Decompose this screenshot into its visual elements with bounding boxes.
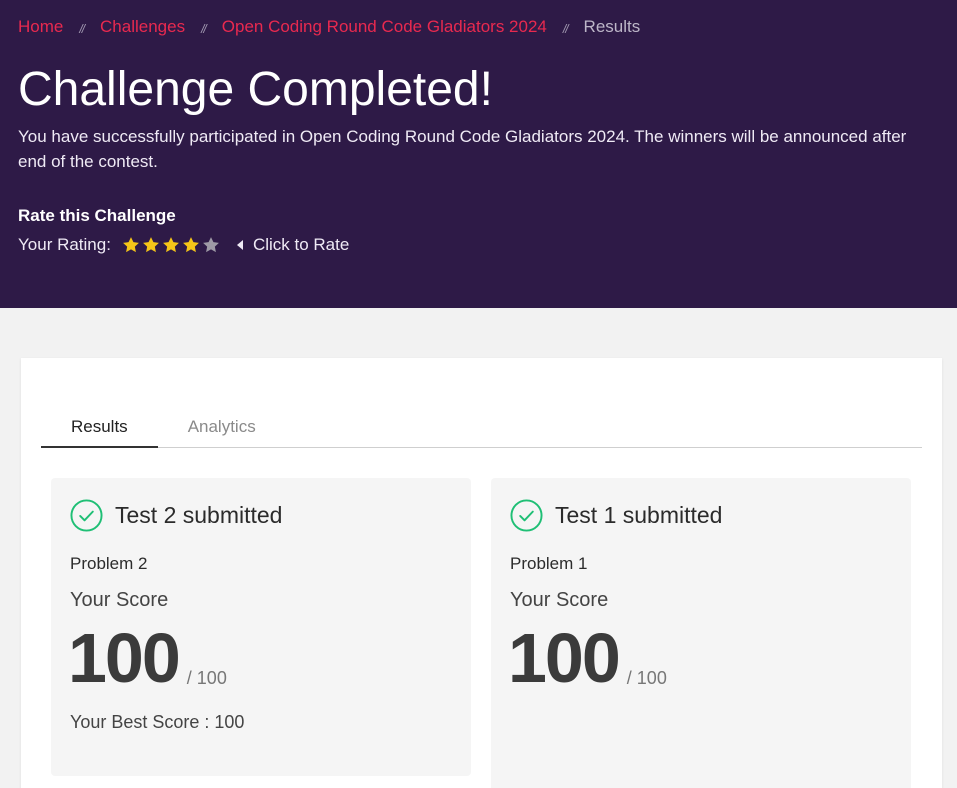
result-header: Test 1 submitted	[510, 499, 722, 532]
rating-row: Your Rating: Click to Rate	[18, 235, 349, 255]
breadcrumb-separator: //	[79, 22, 85, 36]
caret-left-icon	[236, 240, 243, 250]
check-circle-icon	[510, 499, 543, 532]
star-icon[interactable]	[121, 235, 141, 255]
tab-results[interactable]: Results	[41, 414, 158, 448]
result-panel-test-1: Test 1 submitted Problem 1 Your Score 10…	[491, 478, 911, 788]
best-score: Your Best Score : 100	[70, 712, 245, 732]
score-label: Your Score	[70, 589, 169, 611]
breadcrumb-separator: //	[201, 22, 207, 36]
star-icon[interactable]	[181, 235, 201, 255]
breadcrumb-current: Results	[583, 17, 641, 36]
score-display: 100 / 100	[68, 615, 227, 701]
star-icon[interactable]	[141, 235, 161, 255]
breadcrumb-challenges-link[interactable]: Challenges	[100, 17, 185, 37]
breadcrumb-home-link[interactable]: Home	[18, 17, 63, 37]
rating-label: Your Rating:	[18, 235, 111, 254]
page-title: Challenge Completed!	[18, 63, 493, 116]
rate-section-title: Rate this Challenge	[18, 206, 176, 225]
score-display: 100 / 100	[508, 615, 667, 701]
results-tabs: Results Analytics	[41, 414, 922, 448]
score-label: Your Score	[510, 589, 609, 611]
breadcrumb-separator: //	[562, 22, 569, 36]
page-description: You have successfully participated in Op…	[18, 127, 907, 171]
score-max: / 100	[626, 668, 667, 688]
click-to-rate[interactable]: Click to Rate	[236, 235, 350, 255]
challenge-header: Home // Challenges // Open Coding Round …	[0, 0, 957, 308]
score-value: 100	[508, 619, 621, 697]
star-icon[interactable]	[201, 235, 221, 255]
result-title: Test 1 submitted	[555, 502, 723, 528]
click-to-rate-label: Click to Rate	[252, 235, 350, 254]
problem-name: Problem 2	[70, 554, 148, 573]
breadcrumb-challenge-link[interactable]: Open Coding Round Code Gladiators 2024	[222, 17, 547, 37]
star-rating[interactable]	[121, 235, 221, 255]
results-card: Results Analytics Test 2 submitted Probl…	[21, 358, 942, 788]
problem-name: Problem 1	[510, 554, 588, 573]
score-max: / 100	[186, 668, 227, 688]
tab-analytics[interactable]: Analytics	[158, 414, 286, 448]
result-title: Test 2 submitted	[115, 502, 283, 528]
result-header: Test 2 submitted	[70, 499, 282, 532]
check-circle-icon	[70, 499, 103, 532]
breadcrumb: Home // Challenges // Open Coding Round …	[18, 17, 640, 37]
star-icon[interactable]	[161, 235, 181, 255]
score-value: 100	[68, 619, 181, 697]
result-panel-test-2: Test 2 submitted Problem 2 Your Score 10…	[51, 478, 471, 776]
